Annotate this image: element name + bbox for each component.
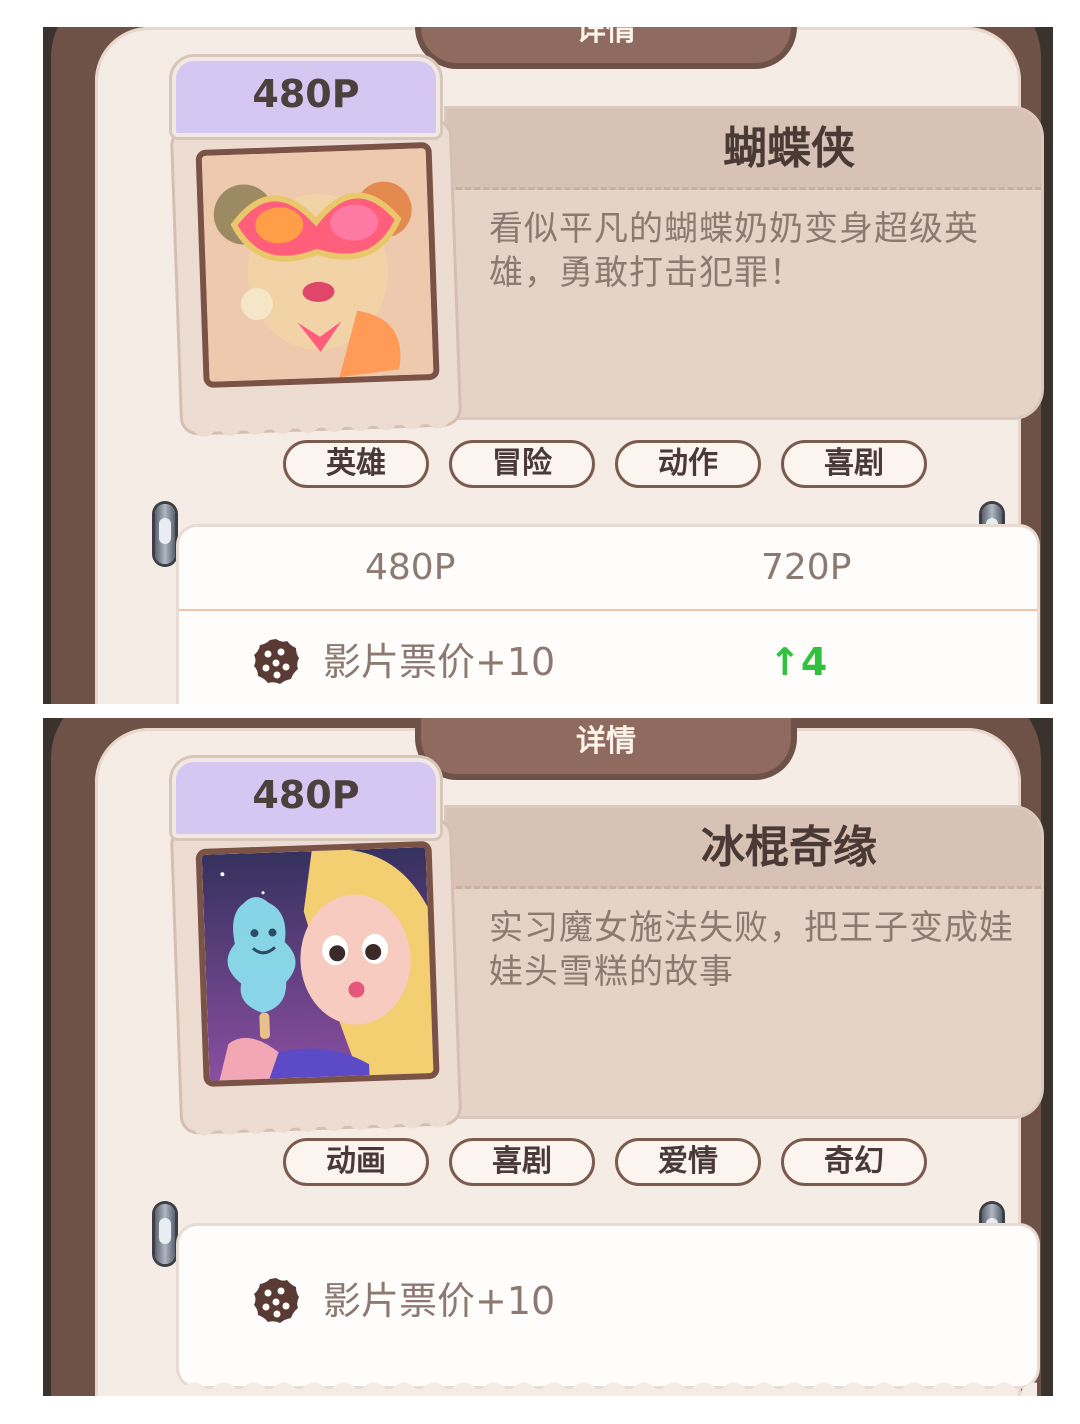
genre-tag: 英雄 — [283, 440, 429, 488]
poster-frame — [169, 817, 463, 1146]
poster-frame — [169, 118, 463, 447]
next-level-price: 720P — [761, 547, 852, 588]
movie-detail-screenshot-1: 详情 蝴蝶侠 看似平凡的蝴蝶奶奶变身超级英雄，勇敢打击犯罪！ 480P 英雄 冒… — [43, 27, 1053, 704]
genre-tags: 英雄 冒险 动作 喜剧 — [283, 440, 943, 492]
genre-tag: 奇幻 — [781, 1138, 927, 1186]
movie-description: 实习魔女施法失败，把王子变成娃娃头雪糕的故事 — [489, 908, 1014, 992]
price-tag: 480P — [172, 57, 440, 137]
cookie-icon — [254, 1278, 299, 1323]
detail-card: 详情 冰棍奇缘 实习魔女施法失败，把王子变成娃娃头雪糕的故事 480P 动画 喜… — [95, 718, 1041, 1396]
upgrade-stats-box: 影片票价+10 — [179, 1226, 1037, 1396]
stats-header: 480P 720P — [179, 527, 1037, 611]
genre-tag: 动作 — [615, 440, 761, 488]
info-panel: 蝴蝶侠 看似平凡的蝴蝶奶奶变身超级英雄，勇敢打击犯罪！ — [447, 109, 1041, 417]
movie-title: 冰棍奇缘 — [701, 822, 877, 873]
pin-left-icon — [155, 504, 175, 564]
movie-description: 看似平凡的蝴蝶奶奶变身超级英雄，勇敢打击犯罪！ — [489, 209, 979, 293]
movie-title: 蝴蝶侠 — [723, 123, 855, 174]
stat-row: 影片票价+10 ↑4 — [179, 627, 1037, 704]
genre-tags: 动画 喜剧 爱情 奇幻 — [283, 1138, 943, 1190]
stat-row: 影片票价+10 — [179, 1266, 1037, 1346]
cookie-icon — [254, 639, 299, 684]
price-tag: 480P — [172, 758, 440, 838]
genre-tag: 爱情 — [615, 1138, 761, 1186]
upgrade-stats-box: 480P 720P 影片票价+10 ↑4 — [179, 527, 1037, 704]
bottom-scallop — [179, 1374, 1037, 1396]
pin-left-icon — [155, 1204, 175, 1264]
current-level-price: 480P — [365, 547, 456, 588]
genre-tag: 动画 — [283, 1138, 429, 1186]
genre-tag: 喜剧 — [781, 440, 927, 488]
detail-card: 详情 蝴蝶侠 看似平凡的蝴蝶奶奶变身超级英雄，勇敢打击犯罪！ 480P 英雄 冒… — [95, 27, 1041, 704]
movie-detail-screenshot-2: 详情 冰棍奇缘 实习魔女施法失败，把王子变成娃娃头雪糕的故事 480P 动画 喜… — [43, 718, 1053, 1396]
header-tab: 详情 — [415, 718, 797, 780]
stat-label: 影片票价+10 — [323, 1279, 556, 1323]
genre-tag: 冒险 — [449, 440, 595, 488]
header-tab: 详情 — [415, 27, 797, 69]
info-panel: 冰棍奇缘 实习魔女施法失败，把王子变成娃娃头雪糕的故事 — [447, 808, 1041, 1116]
genre-tag: 喜剧 — [449, 1138, 595, 1186]
header-title: 详情 — [576, 724, 636, 759]
butterfly-grandma-poster-icon — [195, 141, 440, 388]
popsicle-romance-poster-icon — [195, 840, 440, 1087]
header-title: 详情 — [576, 27, 636, 48]
stat-change: ↑4 — [769, 640, 828, 684]
stat-label: 影片票价+10 — [323, 640, 556, 684]
